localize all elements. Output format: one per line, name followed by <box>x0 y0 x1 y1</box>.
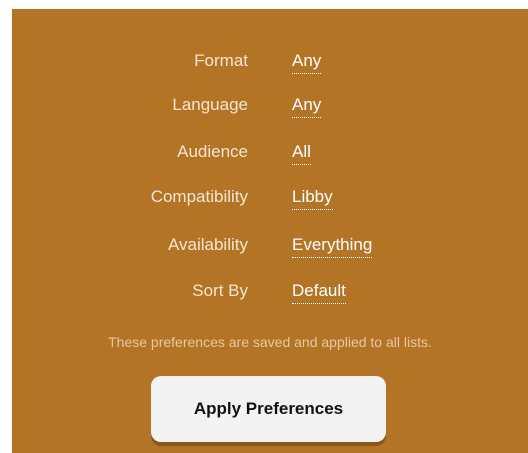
availability-label: Availability <box>167 235 248 254</box>
preferences-note: These preferences are saved and applied … <box>108 334 432 350</box>
format-label: Format <box>194 51 248 70</box>
language-label: Language <box>172 95 248 114</box>
preference-row-compatibility: Compatibility Libby <box>12 181 528 211</box>
language-value-link[interactable]: Any <box>292 95 322 118</box>
preferences-panel: Format Any Language Any Audience All Com… <box>12 9 528 453</box>
compatibility-value-link[interactable]: Libby <box>292 187 333 210</box>
audience-value-link[interactable]: All <box>292 142 311 165</box>
preference-row-format: Format Any <box>12 45 528 75</box>
preference-row-sort-by: Sort By Default <box>12 275 528 305</box>
preference-row-availability: Availability Everything <box>12 229 528 259</box>
apply-preferences-button[interactable]: Apply Preferences <box>151 376 386 442</box>
compatibility-label: Compatibility <box>150 187 248 206</box>
sort-by-value-link[interactable]: Default <box>292 281 346 304</box>
format-value-link[interactable]: Any <box>292 51 322 74</box>
preference-row-language: Language Any <box>12 89 528 119</box>
availability-value-link[interactable]: Everything <box>292 235 373 258</box>
audience-label: Audience <box>177 142 248 161</box>
sort-by-label: Sort By <box>192 281 248 300</box>
preference-row-audience: Audience All <box>12 136 528 166</box>
